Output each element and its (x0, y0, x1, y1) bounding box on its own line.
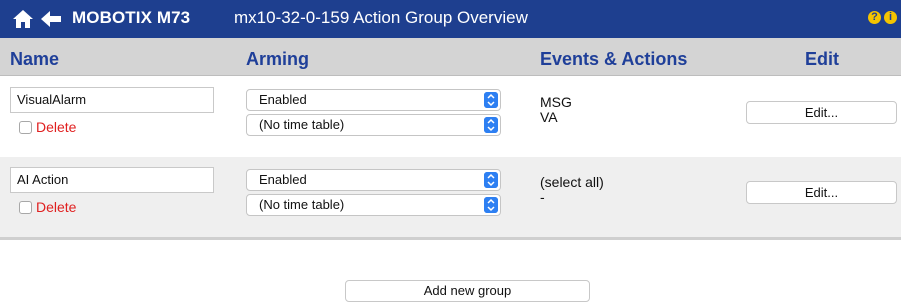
home-icon[interactable] (12, 8, 34, 30)
group-row: VisualAlarm Delete Enabled (No time tabl… (0, 77, 901, 157)
camera-model: MOBOTIX M73 (72, 8, 191, 27)
back-arrow-icon[interactable] (40, 9, 62, 29)
group-name-input[interactable]: VisualAlarm (10, 87, 214, 113)
action-item: - (540, 189, 545, 205)
column-header-events: Events & Actions (540, 49, 688, 69)
time-table-select-value: (No time table) (259, 197, 345, 212)
select-arrows-icon (484, 92, 498, 108)
column-header-name: Name (10, 49, 60, 69)
column-header-row: Name Arming Events & Actions Edit (0, 38, 901, 76)
delete-label: Delete (36, 199, 77, 215)
select-arrows-icon (484, 197, 498, 213)
arming-select-value: Enabled (259, 92, 307, 107)
delete-checkbox-row[interactable]: Delete (19, 119, 76, 135)
title-bar: MOBOTIX M73 mx10-32-0-159 Action Group O… (0, 0, 901, 38)
time-table-select[interactable]: (No time table) (246, 194, 501, 216)
event-item: MSG (540, 94, 572, 110)
arming-select[interactable]: Enabled (246, 169, 501, 191)
page-title: mx10-32-0-159 Action Group Overview (234, 8, 528, 27)
arming-select-value: Enabled (259, 172, 307, 187)
table-bottom-divider (0, 237, 901, 240)
select-arrows-icon (484, 117, 498, 133)
time-table-select-value: (No time table) (259, 117, 345, 132)
arming-select[interactable]: Enabled (246, 89, 501, 111)
delete-checkbox[interactable] (19, 200, 32, 214)
select-arrows-icon (484, 172, 498, 188)
edit-button[interactable]: Edit... (746, 181, 897, 204)
event-item: (select all) (540, 174, 604, 190)
time-table-select[interactable]: (No time table) (246, 114, 501, 136)
delete-checkbox-row[interactable]: Delete (19, 199, 76, 215)
group-name-input[interactable]: AI Action (10, 167, 214, 193)
delete-label: Delete (36, 119, 77, 135)
edit-button[interactable]: Edit... (746, 101, 897, 124)
help-icon[interactable]: ? (868, 11, 881, 24)
action-item: VA (540, 109, 558, 125)
column-header-arming: Arming (246, 49, 309, 69)
column-header-edit: Edit (805, 49, 839, 69)
group-row: AI Action Delete Enabled (No time table)… (0, 157, 901, 237)
delete-checkbox[interactable] (19, 120, 32, 134)
add-new-group-button[interactable]: Add new group (345, 280, 590, 302)
info-icon[interactable]: i (884, 11, 897, 24)
